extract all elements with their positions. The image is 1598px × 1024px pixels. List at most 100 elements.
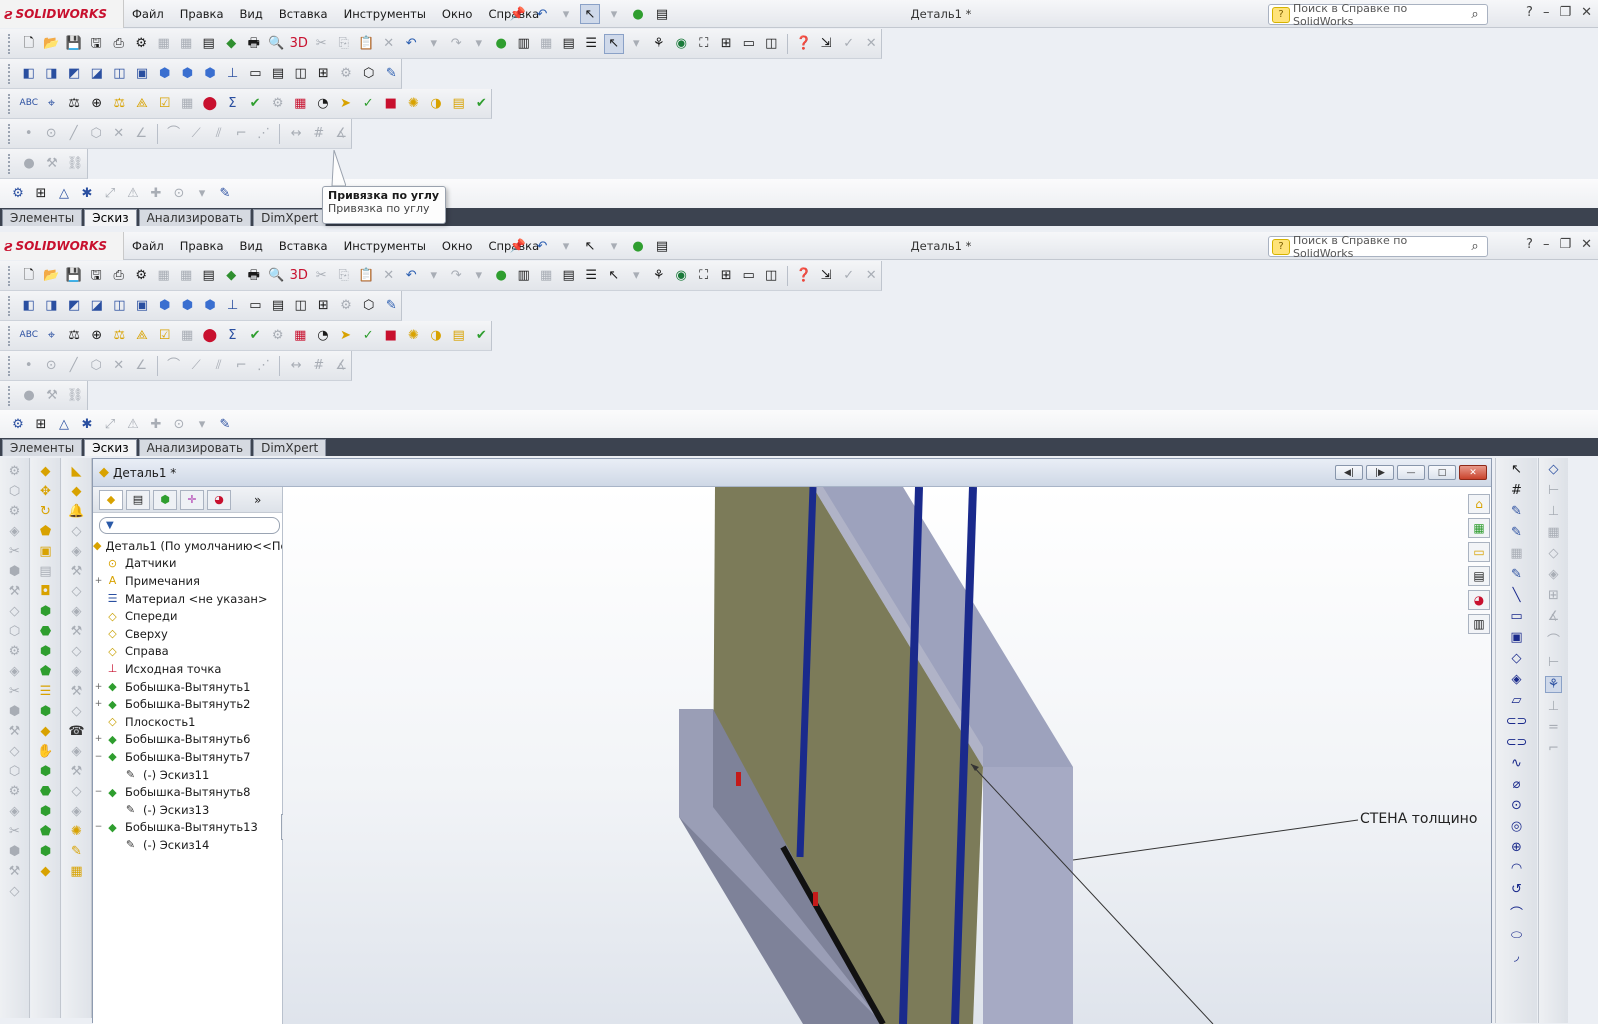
- sum-icon[interactable]: Σ: [223, 94, 243, 114]
- property-manager-tab-icon[interactable]: ▤: [126, 489, 150, 510]
- construction-icon[interactable]: ⋰: [254, 356, 274, 376]
- indent-icon[interactable]: ◆: [41, 864, 51, 879]
- measure-icon[interactable]: ⌖: [42, 94, 62, 114]
- check-geometry-icon[interactable]: ✔: [245, 94, 265, 114]
- revolve-icon[interactable]: ↻: [40, 504, 51, 519]
- tool-icon[interactable]: ◈: [72, 664, 82, 679]
- equal-icon[interactable]: ⌐: [1548, 741, 1559, 756]
- tool-icon[interactable]: ◇: [10, 604, 20, 619]
- tree-item[interactable]: − ◆ Бобышка-Вытянуть7: [93, 748, 282, 766]
- tool-icon[interactable]: ⚒: [71, 684, 83, 699]
- menu-insert[interactable]: Вставка: [279, 7, 328, 21]
- sphere-icon[interactable]: ●: [19, 154, 39, 174]
- fillet-icon[interactable]: ⌒: [164, 356, 184, 376]
- select-dropdown-icon[interactable]: ▾: [604, 4, 624, 24]
- tool-icon[interactable]: ◈: [72, 544, 82, 559]
- back-view-icon[interactable]: ◨: [42, 64, 62, 84]
- pin-icon[interactable]: 📌: [508, 4, 528, 24]
- help-icon[interactable]: ❓: [794, 34, 814, 54]
- view-cube-icon[interactable]: ⬡: [359, 296, 379, 316]
- circle2-icon[interactable]: ⊕: [1511, 840, 1522, 855]
- menu-file[interactable]: Файл: [132, 7, 164, 21]
- section-props-icon[interactable]: ⊕: [87, 94, 107, 114]
- polygon-icon[interactable]: ⬡: [86, 124, 106, 144]
- triangle-icon[interactable]: △: [54, 415, 74, 435]
- options-icon[interactable]: ▤: [559, 266, 579, 286]
- grid-snap-icon[interactable]: ⊞: [31, 184, 51, 204]
- help-icon[interactable]: ?: [1526, 5, 1533, 20]
- solidworks-logo[interactable]: ƨ SOLIDWORKS: [0, 232, 124, 260]
- filter-icon[interactable]: ⚘: [649, 34, 669, 54]
- slot-icon[interactable]: ▱: [1512, 693, 1522, 708]
- split-icon[interactable]: ⬢: [40, 764, 51, 779]
- toolbar-grip[interactable]: [8, 63, 12, 84]
- bell-icon[interactable]: 🔔: [68, 504, 84, 519]
- relations-icon[interactable]: ⚙: [8, 415, 28, 435]
- gauge-icon[interactable]: ◔: [313, 326, 333, 346]
- right-view-icon[interactable]: ◪: [87, 296, 107, 316]
- tool-icon[interactable]: ◇: [10, 884, 20, 899]
- line-icon[interactable]: ╲: [1513, 588, 1521, 603]
- undo-icon[interactable]: ↶: [401, 34, 421, 54]
- layout-icon[interactable]: ▭: [739, 34, 759, 54]
- normal-to-icon[interactable]: ⊥: [223, 64, 243, 84]
- sun-icon[interactable]: ✺: [71, 824, 82, 839]
- magnifier-icon[interactable]: ⌕: [1463, 239, 1487, 254]
- tool-icon[interactable]: ◇: [72, 644, 82, 659]
- warning-icon[interactable]: ⚠: [123, 184, 143, 204]
- move-icon[interactable]: ✥: [40, 484, 51, 499]
- menu-file[interactable]: Файл: [132, 239, 164, 253]
- tool-icon[interactable]: ⬢: [9, 564, 20, 579]
- tree-item[interactable]: ✎ (-) Эскиз13: [93, 801, 282, 819]
- library-icon[interactable]: ▤: [1468, 566, 1490, 586]
- expand-toggle-icon[interactable]: −: [93, 752, 104, 762]
- help-search-input[interactable]: Поиск в Справке по SolidWorks: [1293, 234, 1463, 260]
- globe-icon[interactable]: ◉: [672, 34, 692, 54]
- gauge-icon[interactable]: ◔: [313, 94, 333, 114]
- iso-view-icon[interactable]: ⬢: [155, 64, 175, 84]
- magnifier-icon[interactable]: ⌕: [1463, 7, 1487, 22]
- tool-icon[interactable]: ⚙: [9, 784, 21, 799]
- line-icon[interactable]: ╱: [64, 124, 84, 144]
- traffic-icon[interactable]: ⬤: [200, 326, 220, 346]
- tree-item[interactable]: ◇ Справа: [93, 643, 282, 661]
- expand-toggle-icon[interactable]: +: [93, 734, 104, 744]
- dropdown-icon[interactable]: ▾: [626, 266, 646, 286]
- list-icon[interactable]: ☰: [581, 266, 601, 286]
- fully-define-icon[interactable]: ⚘: [1544, 676, 1563, 693]
- perimeter-circle-icon[interactable]: ◎: [1511, 819, 1522, 834]
- validate-icon[interactable]: ✔: [471, 94, 491, 114]
- ok-icon[interactable]: ✓: [358, 326, 378, 346]
- asterisk-icon[interactable]: ✱: [77, 184, 97, 204]
- tool-icon[interactable]: ✂: [9, 824, 20, 839]
- toolbar-grip[interactable]: [8, 153, 12, 174]
- extrude-icon[interactable]: ◆: [41, 464, 51, 479]
- sum-icon[interactable]: Σ: [223, 326, 243, 346]
- sensor-icon[interactable]: ⟁: [132, 94, 152, 114]
- annotation-note[interactable]: СТЕНА толщино: [1360, 811, 1477, 827]
- dim2-icon[interactable]: ⊢: [1548, 655, 1559, 670]
- arrow-icon[interactable]: ➤: [336, 94, 356, 114]
- corner-icon[interactable]: ⌐: [231, 124, 251, 144]
- blocks-icon[interactable]: ▦: [70, 864, 82, 879]
- warning-icon[interactable]: ⚠: [123, 415, 143, 435]
- zoom-sheet-icon[interactable]: 🔍: [266, 34, 286, 54]
- pin-icon[interactable]: 📌: [508, 236, 528, 256]
- line-icon[interactable]: ╱: [64, 356, 84, 376]
- section-props-icon[interactable]: ⊕: [87, 326, 107, 346]
- check-geometry-icon[interactable]: ✔: [245, 326, 265, 346]
- tree-root[interactable]: ◆ Деталь1 (По умолчанию<<По: [93, 537, 282, 555]
- two-view-v-icon[interactable]: ◫: [291, 64, 311, 84]
- thicken-icon[interactable]: ⬟: [40, 824, 51, 839]
- toolbar-grip[interactable]: [8, 295, 12, 316]
- menu-window[interactable]: Окно: [442, 239, 473, 253]
- shell-icon[interactable]: ▣: [39, 544, 51, 559]
- mass-props-icon[interactable]: ⚖: [64, 94, 84, 114]
- two-view-icon[interactable]: ▤: [268, 296, 288, 316]
- zoom-fit-icon[interactable]: ⛶: [694, 34, 714, 54]
- sensor-icon[interactable]: ⟁: [132, 326, 152, 346]
- left-view-icon[interactable]: ◩: [64, 64, 84, 84]
- undo-icon[interactable]: ↶: [532, 236, 552, 256]
- repair-icon[interactable]: ⤢: [100, 415, 120, 435]
- 3point-arc-icon[interactable]: ⌒: [1510, 903, 1523, 922]
